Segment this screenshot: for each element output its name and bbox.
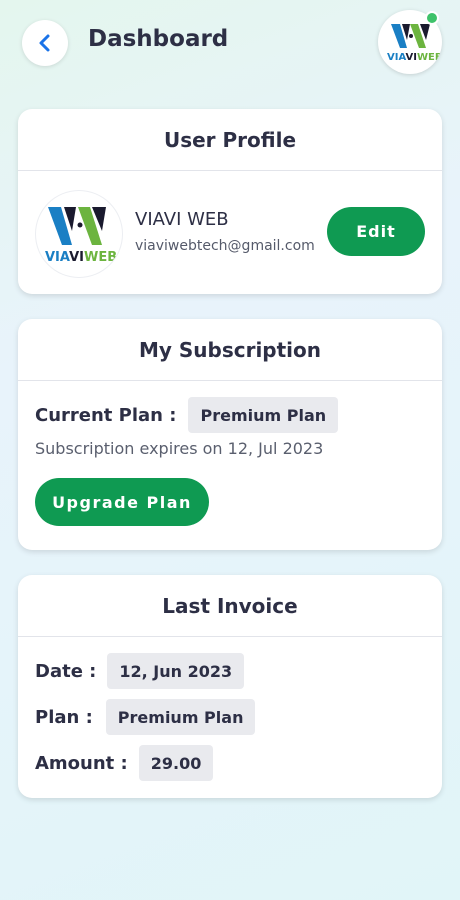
app-header: Dashboard VIAVIWEB [0, 0, 460, 85]
invoice-plan-row: Plan : Premium Plan [35, 699, 256, 735]
invoice-plan-chip: Premium Plan [105, 699, 256, 735]
current-plan-chip: Premium Plan [188, 397, 339, 433]
user-profile-title: User Profile [18, 109, 442, 171]
svg-text:VIAVIWEB: VIAVIWEB [45, 250, 117, 265]
invoice-amount-label: Amount : [35, 752, 128, 774]
current-plan-label: Current Plan : [35, 404, 177, 426]
logo-text-vi: VI [406, 52, 417, 63]
invoice-date-row: Date : 12, Jun 2023 [35, 653, 245, 689]
logo-text-web: WEB [417, 52, 442, 63]
invoice-date-chip: 12, Jun 2023 [107, 653, 245, 689]
invoice-amount-row: Amount : 29.00 [35, 745, 214, 781]
invoice-date-label: Date : [35, 660, 97, 682]
logo-text-web: WEB [84, 250, 117, 265]
invoice-plan-label: Plan : [35, 706, 93, 728]
edit-profile-button[interactable]: Edit [327, 207, 425, 256]
subscription-card: My Subscription Current Plan : Premium P… [18, 319, 442, 550]
viaviweb-logo-icon: VIAVIWEB [45, 207, 117, 265]
profile-email: viaviwebtech@gmail.com [135, 238, 315, 254]
svg-text:VIAVIWEB: VIAVIWEB [387, 52, 442, 63]
chevron-left-icon [39, 34, 50, 52]
logo-text-via: VIA [387, 52, 406, 63]
profile-name: VIAVI WEB [135, 209, 229, 230]
page-title: Dashboard [88, 26, 229, 52]
current-plan-row: Current Plan : Premium Plan [35, 397, 339, 433]
user-profile-card: User Profile VIAVIWEB VIAVI WEB viaviweb… [18, 109, 442, 294]
back-button[interactable] [22, 20, 68, 66]
online-status-dot [425, 11, 439, 25]
logo-text-via: VIA [45, 250, 70, 265]
subscription-expiry: Subscription expires on 12, Jul 2023 [35, 439, 324, 458]
profile-avatar: VIAVIWEB [36, 191, 122, 277]
subscription-title: My Subscription [18, 319, 442, 381]
upgrade-plan-button[interactable]: Upgrade Plan [35, 478, 209, 526]
invoice-title: Last Invoice [18, 575, 442, 637]
logo-text-vi: VI [69, 250, 84, 265]
invoice-amount-chip: 29.00 [138, 745, 214, 781]
last-invoice-card: Last Invoice Date : 12, Jun 2023 Plan : … [18, 575, 442, 798]
